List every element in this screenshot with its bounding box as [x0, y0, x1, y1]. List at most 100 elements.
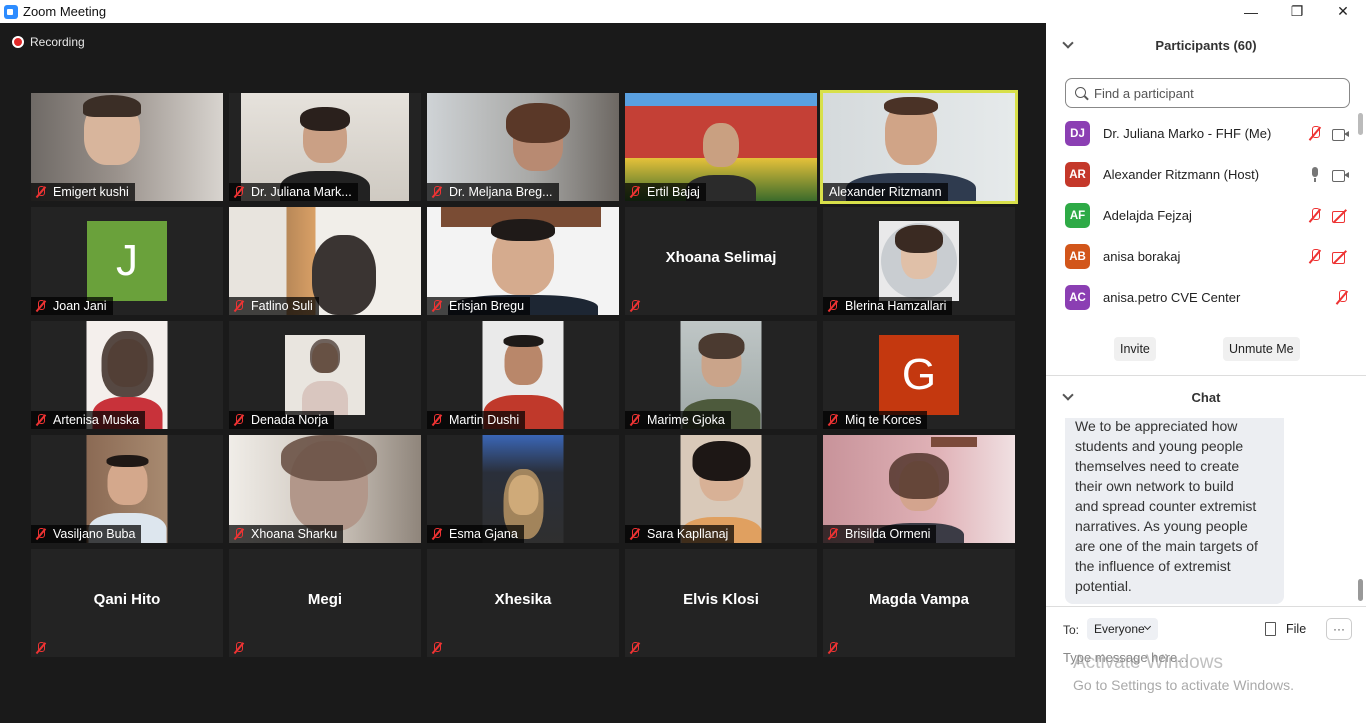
chat-message-line: students and young people	[1075, 438, 1244, 454]
restore-button[interactable]: ❐	[1274, 0, 1320, 23]
video-tile[interactable]: Magda Vampa	[823, 549, 1015, 657]
participant-avatar: DJ	[1065, 121, 1090, 146]
participant-name: Esma Gjana	[449, 527, 518, 541]
section-divider	[1046, 606, 1366, 607]
muted-mic-icon	[233, 528, 245, 540]
close-button[interactable]: ✕	[1320, 0, 1366, 23]
recipient-select[interactable]: Everyone	[1087, 618, 1158, 640]
video-tile[interactable]: Xhesika	[427, 549, 619, 657]
more-options-button[interactable]: ···	[1326, 618, 1352, 640]
participant-label: Miq te Korces	[823, 411, 928, 429]
muted-mic-icon	[35, 186, 47, 198]
recording-icon	[12, 36, 24, 48]
participant-name: Dr. Juliana Marko - FHF (Me)	[1103, 126, 1272, 141]
video-tile[interactable]: Erisjan Bregu	[427, 207, 619, 315]
video-tile[interactable]: Ertil Bajaj	[625, 93, 817, 201]
video-tile[interactable]: Xhoana Selimaj	[625, 207, 817, 315]
chat-message-line: and spread counter extremist	[1075, 498, 1257, 514]
torso-shape	[302, 381, 348, 415]
participant-label: Ertil Bajaj	[625, 183, 706, 201]
participant-name: Artenisa Muska	[53, 413, 140, 427]
to-label: To:	[1063, 623, 1080, 637]
muted-mic-icon	[233, 414, 245, 426]
collapse-chevron-icon[interactable]	[1062, 389, 1074, 401]
muted-mic-icon	[431, 642, 443, 654]
video-tile[interactable]: Dr. Meljana Breg...	[427, 93, 619, 201]
camera-icon[interactable]	[1332, 169, 1349, 182]
mic-muted-icon[interactable]	[1308, 208, 1322, 223]
camera-icon[interactable]	[1332, 128, 1349, 141]
participant-status-icons	[1335, 290, 1349, 305]
zoom-app-icon	[4, 4, 18, 19]
participant-avatar: AB	[1065, 244, 1090, 269]
window-title: Zoom Meeting	[23, 4, 107, 19]
mic-icon[interactable]	[1308, 167, 1322, 182]
hair-shape	[106, 455, 148, 467]
unmute-me-button[interactable]: Unmute Me	[1223, 337, 1300, 361]
video-tile[interactable]: Blerina Hamzallari	[823, 207, 1015, 315]
participant-status-icons	[1308, 208, 1349, 223]
file-button[interactable]: File	[1265, 622, 1306, 636]
participant-row[interactable]: DJ Dr. Juliana Marko - FHF (Me)	[1065, 113, 1349, 154]
participant-display-name: Elvis Klosi	[683, 591, 759, 608]
video-tile[interactable]: Brisilda Ormeni	[823, 435, 1015, 543]
video-tile[interactable]: Megi	[229, 549, 421, 657]
video-tile[interactable]: Qani Hito	[31, 549, 223, 657]
camera-off-icon[interactable]	[1332, 210, 1349, 223]
participant-row[interactable]: AF Adelajda Fejzaj	[1065, 195, 1349, 236]
participant-name: anisa.petro CVE Center	[1103, 290, 1241, 305]
participant-row[interactable]: AC anisa.petro CVE Center	[1065, 277, 1349, 318]
hair-shape	[506, 103, 571, 143]
video-tile[interactable]: J Joan Jani	[31, 207, 223, 315]
chat-messages: We to be appreciated how students and yo…	[1046, 418, 1366, 606]
video-tile[interactable]: Sara Kapllanaj	[625, 435, 817, 543]
participant-label: Esma Gjana	[427, 525, 524, 543]
participant-label: Blerina Hamzallari	[823, 297, 953, 315]
video-tile[interactable]: Esma Gjana	[427, 435, 619, 543]
video-tile[interactable]: Vasiljano Buba	[31, 435, 223, 543]
participants-title: Participants (60)	[1155, 37, 1257, 53]
video-tile[interactable]: Dr. Juliana Mark...	[229, 93, 421, 201]
invite-button[interactable]: Invite	[1114, 337, 1156, 361]
mic-muted-icon[interactable]	[1335, 290, 1349, 305]
video-tile[interactable]: Artenisa Muska	[31, 321, 223, 429]
chevron-down-icon	[1143, 622, 1152, 631]
video-tile[interactable]: Elvis Klosi	[625, 549, 817, 657]
participant-name: Miq te Korces	[845, 413, 922, 427]
video-tile[interactable]: Marime Gjoka	[625, 321, 817, 429]
participant-label: Xhoana Sharku	[229, 525, 344, 543]
camera-off-icon[interactable]	[1332, 251, 1349, 264]
muted-mic-icon	[233, 642, 245, 654]
hair-shape	[503, 335, 543, 347]
video-tile[interactable]: G Miq te Korces	[823, 321, 1015, 429]
mic-muted-icon[interactable]	[1308, 249, 1322, 264]
video-tile[interactable]: Xhoana Sharku	[229, 435, 421, 543]
mic-muted-icon[interactable]	[1308, 126, 1322, 141]
video-tile[interactable]: Martin Dushi	[427, 321, 619, 429]
video-grid: Emigert kushi Dr. Juliana Mark... Dr. Me…	[31, 90, 1018, 657]
participant-label: Artenisa Muska	[31, 411, 146, 429]
chat-scrollbar[interactable]	[1358, 579, 1363, 601]
video-tile[interactable]: Emigert kushi	[31, 93, 223, 201]
participant-label: Martin Dushi	[427, 411, 526, 429]
video-tile[interactable]: Fatlino Suli	[229, 207, 421, 315]
video-tile-active-speaker[interactable]: Alexander Ritzmann	[820, 90, 1018, 204]
hair-shape	[310, 339, 340, 373]
participant-label: Fatlino Suli	[229, 297, 319, 315]
title-bar: Zoom Meeting — ❐ ✕	[0, 0, 1366, 23]
participant-search-input[interactable]: Find a participant	[1065, 78, 1350, 108]
muted-mic-icon	[35, 528, 47, 540]
muted-mic-icon	[35, 642, 47, 654]
recording-indicator[interactable]: Recording	[12, 35, 85, 49]
participant-row[interactable]: AB anisa borakaj	[1065, 236, 1349, 277]
participant-name: Emigert kushi	[53, 185, 129, 199]
participant-name: Vasiljano Buba	[53, 527, 136, 541]
minimize-button[interactable]: —	[1228, 0, 1274, 23]
profile-photo	[879, 221, 959, 301]
participant-row[interactable]: AR Alexander Ritzmann (Host)	[1065, 154, 1349, 195]
collapse-chevron-icon[interactable]	[1062, 37, 1074, 49]
muted-mic-icon	[827, 528, 839, 540]
participants-scrollbar[interactable]	[1358, 113, 1363, 135]
video-tile[interactable]: Denada Norja	[229, 321, 421, 429]
participant-avatar: AC	[1065, 285, 1090, 310]
